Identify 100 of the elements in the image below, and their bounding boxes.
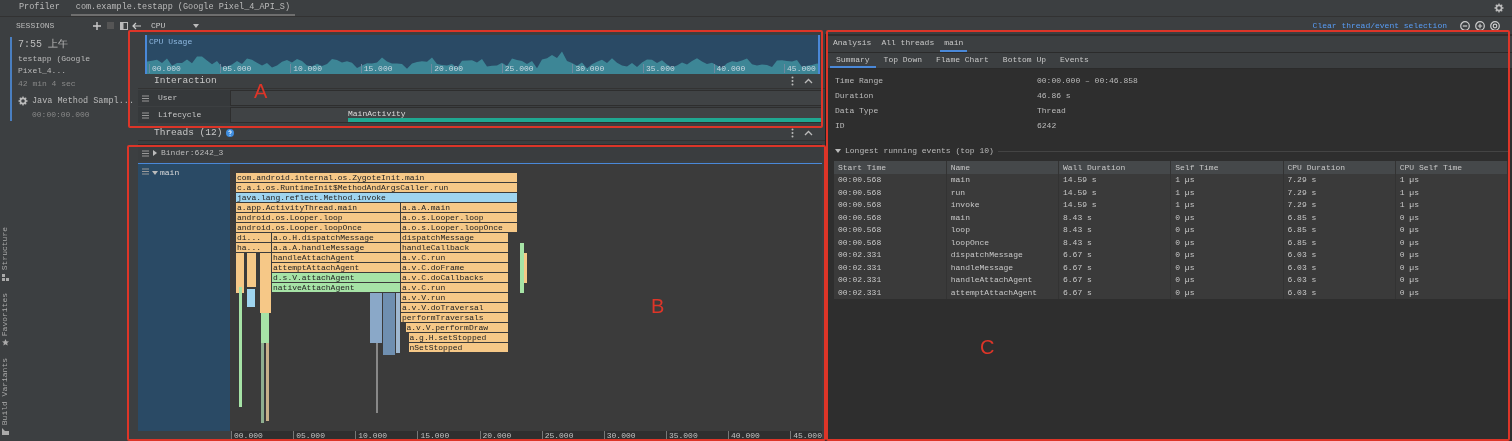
flame-chart-event[interactable]: a.v.V.doTraversal	[401, 303, 508, 312]
tab[interactable]: Flame Chart	[930, 53, 995, 68]
panel-icon[interactable]	[120, 21, 128, 30]
flame-chart-event[interactable]: ha...	[236, 243, 271, 252]
table-cell: 1 µs	[1170, 186, 1283, 199]
table-cell: 14.59 s	[1058, 199, 1171, 212]
tool-window-tab[interactable]: Structure	[0, 227, 11, 271]
column-header[interactable]: Start Time	[834, 161, 947, 174]
flame-chart-event[interactable]: a.v.C.doCallbacks	[401, 273, 508, 282]
flame-chart-event[interactable]: handleAttachAgent	[272, 253, 400, 262]
flame-chart-event[interactable]: attemptAttachAgent	[272, 263, 400, 272]
column-header[interactable]: CPU Duration	[1283, 161, 1396, 174]
drag-handle-icon[interactable]	[142, 111, 149, 119]
flame-chart-event[interactable]: a.a.A.handleMessage	[272, 243, 400, 252]
recording-time: 00:00:00.000	[31, 108, 91, 121]
tab[interactable]: Bottom Up	[996, 53, 1053, 68]
column-header[interactable]: CPU Self Time	[1395, 161, 1508, 174]
table-cell: 6.67 s	[1058, 286, 1171, 299]
help-icon[interactable]	[226, 129, 235, 137]
structure-icon[interactable]	[1, 273, 9, 281]
tab[interactable]: Analysis	[829, 36, 876, 52]
flame-chart-event[interactable]: performTraversals	[401, 313, 508, 322]
flame-chart-event[interactable]: dispatchMessage	[401, 233, 508, 242]
drag-handle-icon	[142, 168, 149, 175]
plus-icon[interactable]	[93, 21, 101, 30]
table-cell: 00:00.568	[834, 199, 947, 212]
table-cell: 7.29 s	[1283, 199, 1396, 212]
more-options-icon[interactable]	[791, 128, 794, 138]
tool-window-tab[interactable]: Favorites	[0, 292, 11, 336]
axis-tick-label: 05.000	[293, 431, 325, 441]
flame-chart-event[interactable]: a.g.H.setStopped	[408, 333, 508, 342]
thread-label-panel[interactable]: main	[138, 164, 230, 431]
table-cell: 1 µs	[1395, 174, 1508, 187]
flame-chart-event[interactable]: android.os.Looper.loopOnce	[236, 223, 400, 232]
settings-icon[interactable]	[1494, 3, 1504, 13]
flame-chart-event[interactable]: a.v.C.doFrame	[401, 263, 508, 272]
build-icon[interactable]	[1, 428, 9, 435]
flame-chart-event[interactable]: a.app.ActivityThread.main	[236, 203, 400, 212]
axis-tick-label: 35.000	[642, 64, 675, 73]
flame-chart-event[interactable]: a.a.A.main	[401, 203, 517, 212]
tab[interactable]: com.example.testapp (Google Pixel_4_API_S)	[70, 0, 296, 17]
expanded-triangle-icon[interactable]	[835, 148, 841, 154]
clear-selection-link[interactable]: Clear thread/event selection	[1312, 19, 1447, 32]
flame-chart-event[interactable]: a.v.V.run	[401, 293, 508, 302]
column-header[interactable]: Self Time	[1170, 161, 1283, 174]
lifecycle-event-label: MainActivity	[348, 109, 407, 118]
flame-chart-event[interactable]: d.s.V.attachAgent	[272, 273, 400, 282]
flame-chart-event[interactable]: android.os.Looper.loop	[236, 213, 400, 222]
annotation-label: B	[651, 296, 665, 316]
tab[interactable]: Top Down	[877, 53, 928, 68]
profiler-dropdown[interactable]: CPU	[151, 20, 200, 31]
reset-zoom-icon[interactable]	[1490, 20, 1500, 31]
tab[interactable]: All threads	[877, 36, 939, 52]
axis-tick-label: 30.000	[603, 431, 636, 441]
column-header[interactable]: Name	[946, 161, 1059, 174]
field-value: Thread	[1037, 104, 1066, 117]
collapse-icon[interactable]	[804, 129, 813, 137]
table-cell: 0 µs	[1170, 211, 1283, 224]
table-cell: 6.67 s	[1058, 274, 1171, 287]
table-cell: 6.85 s	[1283, 224, 1396, 237]
flame-chart-event[interactable]: a.o.s.Looper.loopOnce	[401, 223, 517, 232]
table-cell: 14.59 s	[1058, 186, 1171, 199]
flame-chart-event[interactable]: a.v.C.run	[401, 283, 508, 292]
flame-chart-event[interactable]: a.v.C.run	[401, 253, 508, 262]
column-header[interactable]: Wall Duration	[1058, 161, 1171, 174]
axis-tick-label: 05.000	[219, 64, 252, 73]
zoom-out-icon[interactable]	[1460, 20, 1470, 31]
flame-chart-event[interactable]: nSetStopped	[408, 343, 508, 352]
flame-chart-event[interactable]: a.o.H.dispatchMessage	[272, 233, 400, 242]
flame-chart-event[interactable]: java.lang.reflect.Method.invoke	[236, 193, 517, 202]
field-label: Time Range	[835, 74, 884, 87]
table-cell: 0 µs	[1170, 224, 1283, 237]
axis-tick-label: 40.000	[713, 64, 746, 73]
collapse-icon[interactable]	[804, 77, 813, 85]
table-cell: invoke	[946, 199, 1059, 212]
flame-chart-event[interactable]: a.v.V.performDraw	[405, 323, 508, 332]
table-cell: 6.03 s	[1283, 274, 1396, 287]
zoom-in-icon[interactable]	[1475, 20, 1485, 31]
back-arrow-icon[interactable]	[132, 21, 141, 30]
axis-tick-label: 15.000	[360, 64, 393, 73]
flame-chart-event[interactable]: di...	[236, 233, 271, 242]
table-cell: 6.85 s	[1283, 236, 1396, 249]
collapsed-triangle-icon[interactable]	[152, 150, 158, 156]
tab[interactable]: Profiler	[14, 0, 65, 17]
flame-chart-event[interactable]: c.a.i.os.RuntimeInit$MethodAndArgsCaller.run	[236, 183, 517, 192]
flame-chart-event[interactable]: a.o.s.Looper.loop	[401, 213, 517, 222]
table-cell: 6.67 s	[1058, 249, 1171, 262]
tab[interactable]: Events	[1054, 53, 1095, 68]
axis-tick-label: 45.000	[784, 64, 816, 73]
expanded-triangle-icon[interactable]	[152, 170, 158, 176]
flame-chart-event[interactable]: nativeAttachAgent	[272, 283, 400, 292]
table-cell: main	[946, 174, 1059, 187]
axis-tick-label: 30.000	[572, 64, 605, 73]
drag-handle-icon[interactable]	[142, 94, 149, 102]
flame-chart-event[interactable]: com.android.internal.os.ZygoteInit.main	[236, 173, 517, 182]
flame-chart-event[interactable]: handleCallback	[401, 243, 508, 252]
more-options-icon[interactable]	[791, 76, 794, 86]
tab[interactable]: Summary	[830, 53, 876, 68]
tool-window-tab[interactable]: Build Variants	[0, 357, 11, 425]
star-icon[interactable]	[1, 338, 9, 346]
